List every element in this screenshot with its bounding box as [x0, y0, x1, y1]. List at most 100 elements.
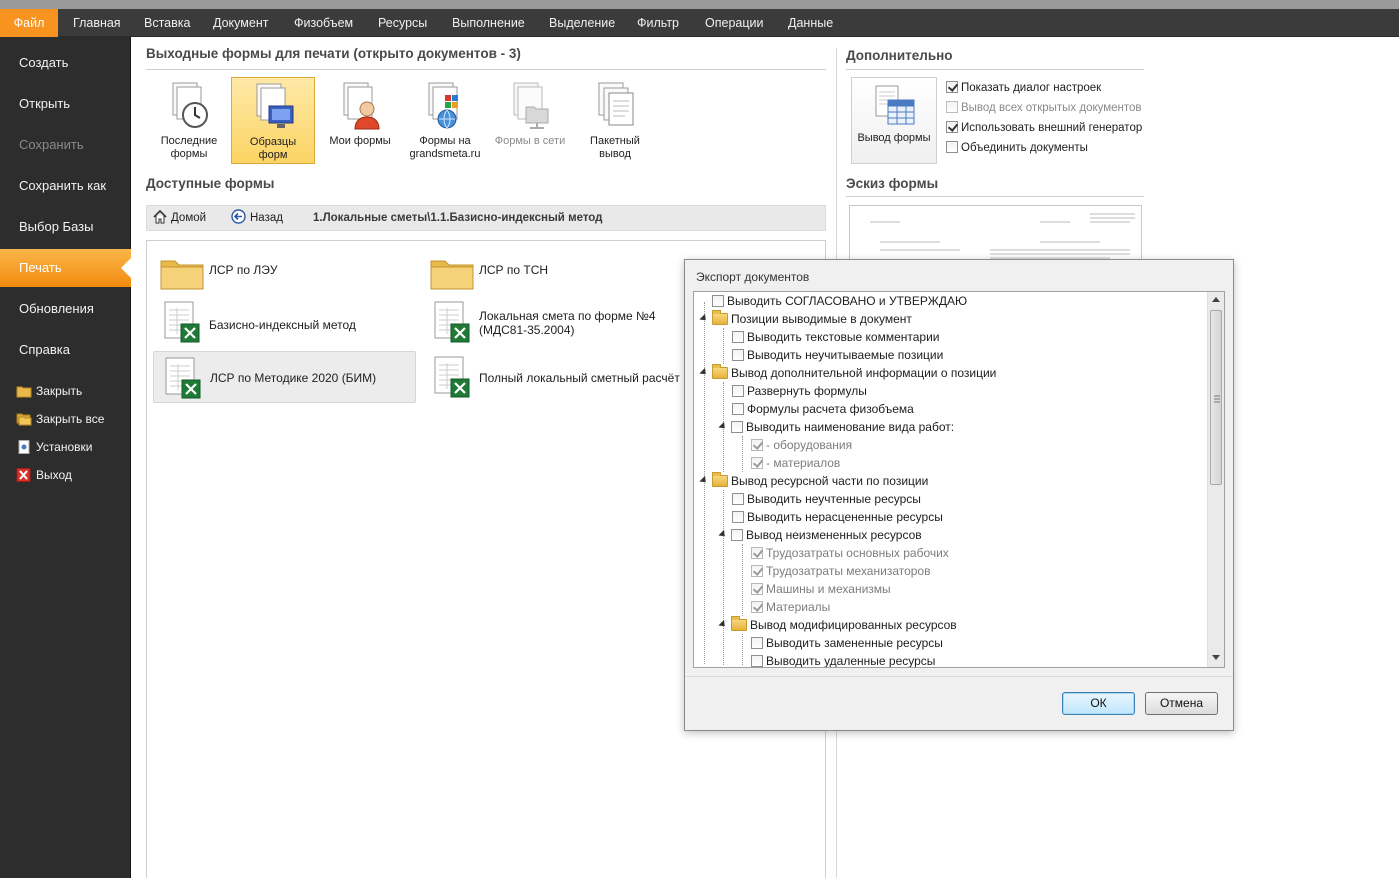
- tree-item-work-type-name[interactable]: Выводить наименование вида работ:: [718, 418, 954, 436]
- menu-physical-volume[interactable]: Физобъем: [294, 9, 353, 37]
- form-folder-lsr-leu[interactable]: ЛСР по ЛЭУ: [153, 245, 413, 295]
- tree-group-modified-resources[interactable]: Вывод модифицированных ресурсов: [718, 616, 957, 634]
- nav-close-all[interactable]: Закрыть все: [16, 409, 104, 429]
- menu-filter[interactable]: Фильтр: [637, 9, 679, 37]
- home-button[interactable]: Домой: [153, 206, 206, 230]
- tree-item-materials-work-type[interactable]: - материалов: [751, 454, 840, 472]
- tree-item-replaced-resources[interactable]: Выводить замененные ресурсы: [751, 634, 943, 652]
- breadcrumb-path: 1.Локальные сметы\1.1.Базисно-индексный …: [313, 212, 603, 224]
- checkbox[interactable]: [751, 637, 763, 649]
- tree-item-unpriced-resources[interactable]: Выводить нерасцененные ресурсы: [732, 508, 943, 526]
- form-local-estimate-form4[interactable]: Локальная смета по форме №4 (МДС81-35.20…: [423, 296, 683, 346]
- checkbox[interactable]: [732, 511, 744, 523]
- nav-close[interactable]: Закрыть: [16, 381, 82, 401]
- menu-execution[interactable]: Выполнение: [452, 9, 525, 37]
- menu-home[interactable]: Главная: [73, 9, 121, 37]
- checkbox[interactable]: [751, 547, 763, 559]
- menu-selection[interactable]: Выделение: [549, 9, 615, 37]
- nav-save[interactable]: Сохранить: [0, 126, 131, 164]
- checkbox[interactable]: [946, 141, 958, 153]
- tree-item-unaccounted-resources[interactable]: Выводить неучтенные ресурсы: [732, 490, 921, 508]
- checkbox[interactable]: [732, 349, 744, 361]
- form-full-local-estimate[interactable]: Полный локальный сметный расчёт: [423, 351, 683, 401]
- menu-operations[interactable]: Операции: [705, 9, 763, 37]
- tree-item-deleted-resources[interactable]: Выводить удаленные ресурсы: [751, 652, 935, 667]
- checkbox[interactable]: [946, 121, 958, 133]
- checkbox[interactable]: [751, 601, 763, 613]
- expand-arrow-icon[interactable]: [718, 619, 728, 630]
- tree-group-positions[interactable]: Позиции выводимые в документ: [699, 310, 912, 328]
- checkbox[interactable]: [946, 101, 958, 113]
- nav-help[interactable]: Справка: [0, 331, 131, 369]
- menu-resources[interactable]: Ресурсы: [378, 9, 427, 37]
- menu-document[interactable]: Документ: [213, 9, 268, 37]
- tree-scrollbar[interactable]: [1207, 292, 1224, 667]
- expand-arrow-icon[interactable]: [699, 475, 709, 486]
- tree-item-approval-block[interactable]: Выводить СОГЛАСОВАНО и УТВЕРЖДАЮ: [712, 292, 967, 310]
- form-basis-index-method[interactable]: Базисно-индексный метод: [153, 296, 413, 346]
- nav-print[interactable]: Печать: [0, 249, 131, 287]
- form-lsr-methodology-2020[interactable]: ЛСР по Методике 2020 (БИМ): [153, 351, 416, 403]
- checkbox[interactable]: [732, 493, 744, 505]
- cancel-button[interactable]: Отмена: [1145, 692, 1218, 715]
- checkbox[interactable]: [751, 565, 763, 577]
- nav-settings[interactable]: Установки: [16, 437, 92, 457]
- nav-create[interactable]: Создать: [0, 44, 131, 82]
- scroll-up-icon[interactable]: [1212, 297, 1220, 302]
- expand-arrow-icon[interactable]: [718, 529, 728, 540]
- tree-group-resource-part[interactable]: Вывод ресурсной части по позиции: [699, 472, 928, 490]
- option-use-external-generator[interactable]: Использовать внешний генератор: [946, 119, 1142, 137]
- tile-my-forms[interactable]: Мои формы: [318, 77, 402, 164]
- option-merge-documents[interactable]: Объединить документы: [946, 139, 1088, 157]
- tree-item-materials[interactable]: Материалы: [751, 598, 830, 616]
- tree-item-equipment[interactable]: - оборудования: [751, 436, 852, 454]
- option-output-all-documents[interactable]: Вывод всех открытых документов: [946, 99, 1142, 117]
- tree-item-labor-operators[interactable]: Трудозатраты механизаторов: [751, 562, 930, 580]
- tile-batch-output[interactable]: Пакетный вывод: [573, 77, 657, 164]
- form-folder-lsr-tsn[interactable]: ЛСР по ТСН: [423, 245, 683, 295]
- tree-item-text-comments[interactable]: Выводить текстовые комментарии: [732, 328, 940, 346]
- menu-data[interactable]: Данные: [788, 9, 833, 37]
- output-form-button[interactable]: Вывод формы: [851, 77, 937, 164]
- checkbox[interactable]: [731, 421, 743, 433]
- checkbox[interactable]: [732, 385, 744, 397]
- scroll-down-icon[interactable]: [1212, 655, 1220, 660]
- checkbox[interactable]: [732, 331, 744, 343]
- option-show-settings-dialog[interactable]: Показать диалог настроек: [946, 79, 1101, 97]
- tree-item-unchanged-resources[interactable]: Вывод неизмененных ресурсов: [718, 526, 922, 544]
- menu-file[interactable]: Файл: [0, 9, 58, 38]
- folder-icon: [712, 472, 728, 487]
- tree-item-unaccounted-positions[interactable]: Выводить неучитываемые позиции: [732, 346, 943, 364]
- checkbox[interactable]: [751, 457, 763, 469]
- checkbox[interactable]: [751, 583, 763, 595]
- tree-item-expand-formulas[interactable]: Развернуть формулы: [732, 382, 867, 400]
- checkbox[interactable]: [751, 439, 763, 451]
- tile-network-forms[interactable]: Формы в сети: [488, 77, 572, 164]
- back-button[interactable]: Назад: [231, 206, 283, 230]
- checkbox[interactable]: [712, 295, 724, 307]
- nav-exit[interactable]: Выход: [16, 465, 72, 485]
- scroll-thumb[interactable]: [1210, 310, 1222, 485]
- tree-group-additional-info[interactable]: Вывод дополнительной информации о позици…: [699, 364, 996, 382]
- tree-item-labor-workers[interactable]: Трудозатраты основных рабочих: [751, 544, 949, 562]
- tree-item-machines[interactable]: Машины и механизмы: [751, 580, 891, 598]
- nav-open[interactable]: Открыть: [0, 85, 131, 123]
- nav-updates[interactable]: Обновления: [0, 290, 131, 328]
- checkbox[interactable]: [732, 403, 744, 415]
- checkbox[interactable]: [731, 529, 743, 541]
- tree-item-volume-formulas[interactable]: Формулы расчета физобъема: [732, 400, 914, 418]
- expand-arrow-icon[interactable]: [718, 421, 728, 432]
- tile-form-samples[interactable]: Образцы форм: [231, 77, 315, 164]
- tile-grandsmeta-forms[interactable]: Формы на grandsmeta.ru: [403, 77, 487, 164]
- expand-arrow-icon[interactable]: [699, 313, 709, 324]
- checkbox[interactable]: [946, 81, 958, 93]
- expand-arrow-icon[interactable]: [699, 367, 709, 378]
- ok-button[interactable]: ОК: [1062, 692, 1135, 715]
- form-preview-thumbnail: [849, 205, 1142, 261]
- nav-select-database[interactable]: Выбор Базы: [0, 208, 131, 246]
- menu-insert[interactable]: Вставка: [144, 9, 190, 37]
- checkbox[interactable]: [751, 655, 763, 667]
- tile-recent-forms[interactable]: Последние формы: [147, 77, 231, 164]
- excel-document-icon: [159, 300, 205, 344]
- nav-save-as[interactable]: Сохранить как: [0, 167, 131, 205]
